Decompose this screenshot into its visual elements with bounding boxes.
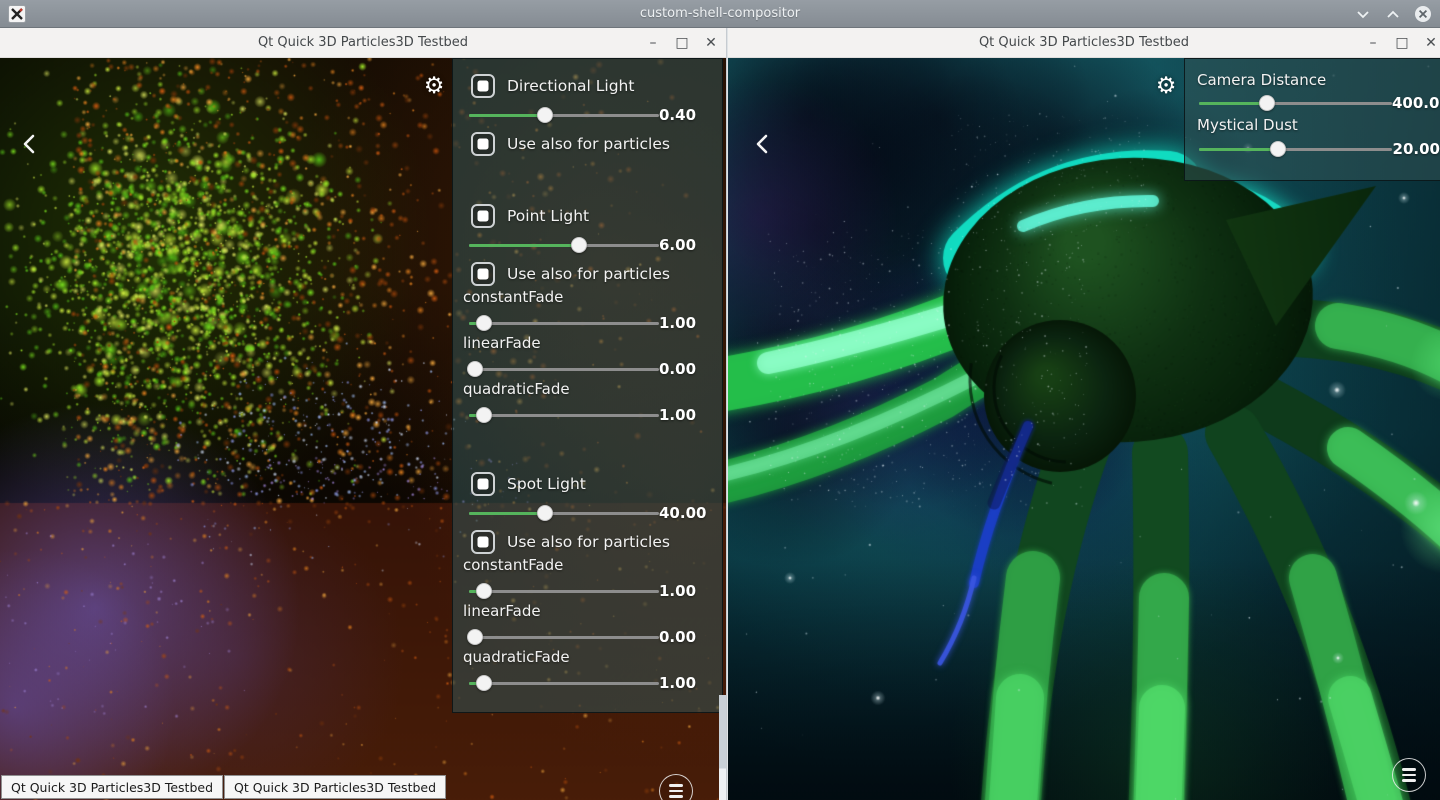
right-window-content: ⚙ Camera Distance 400.00 Mystical Dust [728, 58, 1440, 800]
compositor-bar: custom-shell-compositor [0, 0, 1440, 28]
camera-distance-value: 400.00 [1392, 94, 1440, 112]
scrollbar[interactable] [719, 695, 726, 800]
minimize-button[interactable]: – [1366, 36, 1380, 50]
point-light-label: Point Light [507, 207, 589, 225]
hamburger-icon [669, 784, 683, 787]
spot-light-label: Spot Light [507, 475, 586, 493]
maximize-button[interactable]: □ [675, 36, 689, 50]
point-quadraticfade-slider[interactable] [469, 406, 659, 424]
window-title: Qt Quick 3D Particles3D Testbed [258, 35, 468, 50]
spot-quadraticfade-label: quadraticFade [453, 648, 722, 666]
point-light-checkbox[interactable] [471, 204, 495, 228]
point-use-particles-checkbox[interactable] [471, 262, 495, 286]
slider-handle[interactable] [537, 107, 553, 123]
point-quadraticfade-value: 1.00 [659, 406, 724, 424]
directional-light-checkbox[interactable] [471, 74, 495, 98]
back-chevron-icon [21, 133, 37, 155]
spot-light-slider[interactable] [469, 504, 659, 522]
compositor-title: custom-shell-compositor [0, 6, 1440, 21]
spot-quadraticfade-slider[interactable] [469, 674, 659, 692]
point-constantfade-label: constantFade [453, 288, 722, 306]
point-light-checkbox-row: Point Light [453, 203, 722, 229]
directional-light-value: 0.40 [659, 106, 724, 124]
camera-distance-slider[interactable] [1199, 94, 1392, 112]
gear-icon: ⚙ [424, 75, 445, 98]
slider-handle[interactable] [476, 407, 492, 423]
light-settings-panel: Directional Light 0.40 Use also for part… [452, 58, 723, 713]
slider-handle[interactable] [1259, 95, 1275, 111]
back-chevron-icon [754, 133, 770, 155]
settings-gear-button[interactable]: ⚙ [1152, 72, 1180, 100]
point-constantfade-slider[interactable] [469, 314, 659, 332]
point-linearfade-label: linearFade [453, 334, 722, 352]
spot-linearfade-value: 0.00 [659, 628, 724, 646]
spot-linearfade-slider[interactable] [469, 628, 659, 646]
back-button[interactable] [15, 130, 43, 158]
spot-light-checkbox-row: Spot Light [453, 471, 722, 497]
menu-button[interactable] [659, 774, 693, 800]
directional-light-label: Directional Light [507, 77, 634, 95]
point-light-slider[interactable] [469, 236, 659, 254]
spot-light-checkbox[interactable] [471, 472, 495, 496]
mystical-dust-label: Mystical Dust [1185, 116, 1440, 134]
hamburger-icon [1402, 768, 1416, 771]
directional-use-particles-label: Use also for particles [507, 135, 670, 153]
scene-settings-panel: Camera Distance 400.00 Mystical Dust 20.… [1184, 58, 1440, 181]
spot-constantfade-value: 1.00 [659, 582, 724, 600]
spot-use-particles-row: Use also for particles [453, 529, 722, 555]
point-linearfade-value: 0.00 [659, 360, 724, 378]
chevron-down-icon[interactable] [1354, 5, 1372, 23]
slider-handle[interactable] [476, 675, 492, 691]
right-window-titlebar[interactable]: Qt Quick 3D Particles3D Testbed – □ ✕ [728, 28, 1440, 58]
point-linearfade-slider[interactable] [469, 360, 659, 378]
slider-handle[interactable] [1270, 141, 1286, 157]
spot-use-particles-label: Use also for particles [507, 533, 670, 551]
maximize-button[interactable]: □ [1395, 36, 1409, 50]
point-use-particles-row: Use also for particles [453, 261, 722, 287]
spot-constantfade-label: constantFade [453, 556, 722, 574]
directional-light-slider[interactable] [469, 106, 659, 124]
window-title: Qt Quick 3D Particles3D Testbed [979, 35, 1189, 50]
spot-constantfade-slider[interactable] [469, 582, 659, 600]
settings-gear-button[interactable]: ⚙ [420, 72, 448, 100]
spot-linearfade-label: linearFade [453, 602, 722, 620]
left-window: Qt Quick 3D Particles3D Testbed – □ ✕ ⚙ [0, 28, 727, 800]
taskbar: Qt Quick 3D Particles3D Testbed Qt Quick… [1, 775, 446, 799]
slider-handle[interactable] [571, 237, 587, 253]
slider-handle[interactable] [467, 361, 483, 377]
minimize-button[interactable]: – [646, 36, 660, 50]
menu-button[interactable] [1392, 758, 1426, 792]
taskbar-item[interactable]: Qt Quick 3D Particles3D Testbed [224, 775, 446, 799]
slider-handle[interactable] [476, 583, 492, 599]
spot-light-value: 40.00 [659, 504, 726, 522]
camera-distance-label: Camera Distance [1185, 71, 1440, 89]
desktop: custom-shell-compositor Qt Quick 3D Part… [0, 0, 1440, 800]
right-window: Qt Quick 3D Particles3D Testbed – □ ✕ ⚙ … [727, 28, 1440, 800]
left-window-titlebar[interactable]: Qt Quick 3D Particles3D Testbed – □ ✕ [0, 28, 726, 58]
spot-quadraticfade-value: 1.00 [659, 674, 724, 692]
close-button[interactable]: ✕ [1424, 36, 1438, 50]
spot-use-particles-checkbox[interactable] [471, 530, 495, 554]
close-button[interactable]: ✕ [704, 36, 718, 50]
chevron-up-icon[interactable] [1384, 5, 1402, 23]
mystical-dust-slider[interactable] [1199, 140, 1392, 158]
directional-use-particles-row: Use also for particles [453, 131, 722, 157]
slider-handle[interactable] [537, 505, 553, 521]
slider-handle[interactable] [467, 629, 483, 645]
point-quadraticfade-label: quadraticFade [453, 380, 722, 398]
point-light-value: 6.00 [659, 236, 724, 254]
directional-light-checkbox-row: Directional Light [453, 73, 722, 99]
mystical-dust-value: 20.00 [1392, 140, 1440, 158]
point-constantfade-value: 1.00 [659, 314, 724, 332]
back-button[interactable] [748, 130, 776, 158]
directional-use-particles-checkbox[interactable] [471, 132, 495, 156]
point-use-particles-label: Use also for particles [507, 265, 670, 283]
left-window-content: ⚙ Directional Light 0.40 Use als [0, 58, 726, 800]
gear-icon: ⚙ [1156, 75, 1177, 98]
slider-handle[interactable] [476, 315, 492, 331]
taskbar-item[interactable]: Qt Quick 3D Particles3D Testbed [1, 775, 223, 799]
compositor-close-button[interactable] [1414, 5, 1432, 23]
